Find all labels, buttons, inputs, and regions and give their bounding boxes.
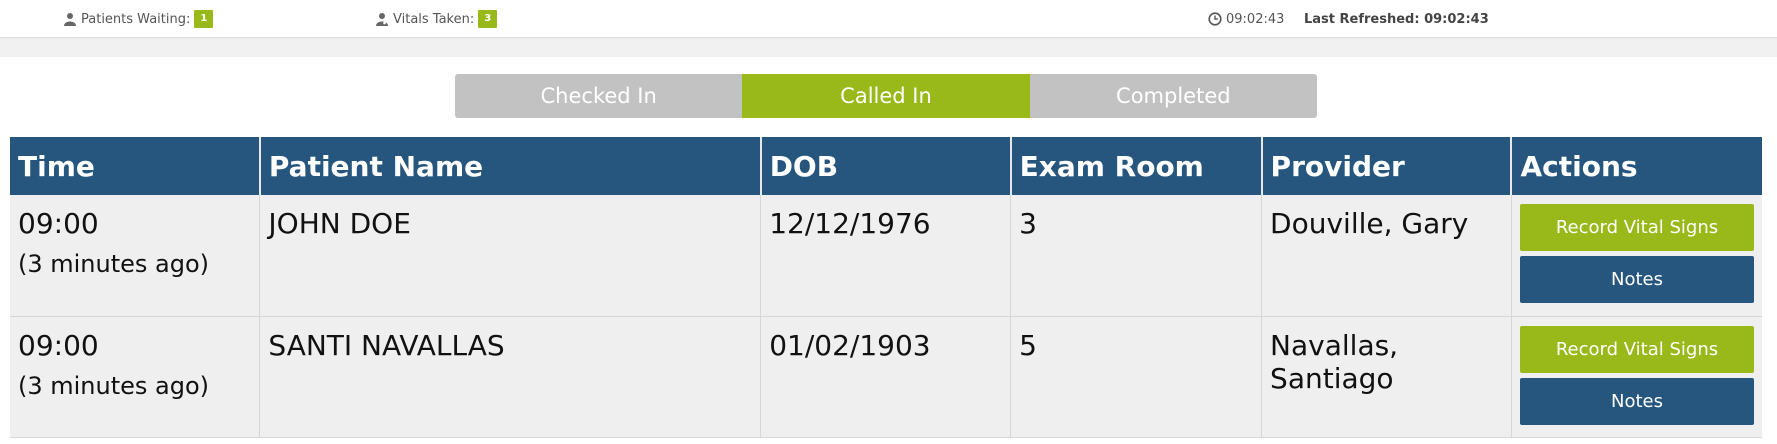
person-icon [64, 13, 76, 26]
cell-actions: Record Vital Signs Notes [1511, 316, 1762, 438]
tab-checked-in[interactable]: Checked In [455, 74, 743, 118]
cell-time: 09:00 (3 minutes ago) [10, 316, 261, 438]
header-exam-room[interactable]: Exam Room [1010, 137, 1263, 195]
notes-button[interactable]: Notes [1519, 256, 1754, 303]
patients-table: Time Patient Name DOB Exam Room Provider… [10, 137, 1762, 438]
cell-provider: Douville, Gary [1261, 195, 1512, 317]
last-refreshed-text: Last Refreshed: 09:02:43 [1304, 11, 1489, 27]
doctor-icon [376, 13, 388, 26]
patients-waiting-label: Patients Waiting: [81, 11, 191, 27]
table-row: 09:00 (3 minutes ago) JOHN DOE 12/12/197… [10, 195, 1762, 317]
clock-icon [1208, 12, 1222, 26]
vitals-taken-badge: 3 [478, 10, 498, 28]
tab-completed[interactable]: Completed [1029, 74, 1317, 118]
vitals-taken-label: Vitals Taken: [393, 11, 475, 27]
divider-band [0, 38, 1777, 57]
notes-button[interactable]: Notes [1519, 377, 1754, 425]
header-time[interactable]: Time [10, 137, 261, 195]
cell-dob: 01/02/1903 [760, 316, 1012, 438]
patients-waiting-badge: 1 [194, 10, 214, 28]
record-vitals-button[interactable]: Record Vital Signs [1519, 204, 1754, 251]
cell-exam-room: 5 [1010, 316, 1263, 438]
cell-provider: Navallas, Santiago [1261, 316, 1512, 438]
header-dob[interactable]: DOB [760, 137, 1012, 195]
record-vitals-button[interactable]: Record Vital Signs [1519, 325, 1754, 373]
table-header-row: Time Patient Name DOB Exam Room Provider… [10, 137, 1762, 195]
header-provider[interactable]: Provider [1261, 137, 1513, 195]
status-bar: Patients Waiting: 1 Vitals Taken: 3 09:0… [0, 0, 1777, 38]
cell-exam-room: 3 [1010, 195, 1263, 317]
last-refreshed: Last Refreshed: 09:02:43 [1304, 9, 1489, 29]
time-value: 09:00 [18, 207, 99, 240]
vitals-taken-stat: Vitals Taken: 3 [375, 9, 498, 29]
cell-patient-name: SANTI NAVALLAS [259, 316, 762, 438]
time-ago: (3 minutes ago) [18, 371, 210, 400]
patients-waiting-stat: Patients Waiting: 1 [63, 9, 214, 29]
cell-patient-name: JOHN DOE [259, 195, 762, 317]
clock: 09:02:43 [1208, 9, 1284, 29]
clock-time: 09:02:43 [1226, 11, 1285, 27]
cell-actions: Record Vital Signs Notes [1511, 195, 1762, 317]
time-ago: (3 minutes ago) [18, 250, 210, 278]
table-row: 09:00 (3 minutes ago) SANTI NAVALLAS 01/… [10, 316, 1762, 438]
tab-called-in[interactable]: Called In [742, 74, 1030, 118]
status-tabs: Checked In Called In Completed [455, 74, 1317, 118]
header-patient-name[interactable]: Patient Name [259, 137, 762, 195]
time-value: 09:00 [18, 328, 99, 362]
cell-time: 09:00 (3 minutes ago) [10, 195, 261, 317]
header-actions: Actions [1511, 137, 1762, 195]
cell-dob: 12/12/1976 [760, 195, 1012, 317]
